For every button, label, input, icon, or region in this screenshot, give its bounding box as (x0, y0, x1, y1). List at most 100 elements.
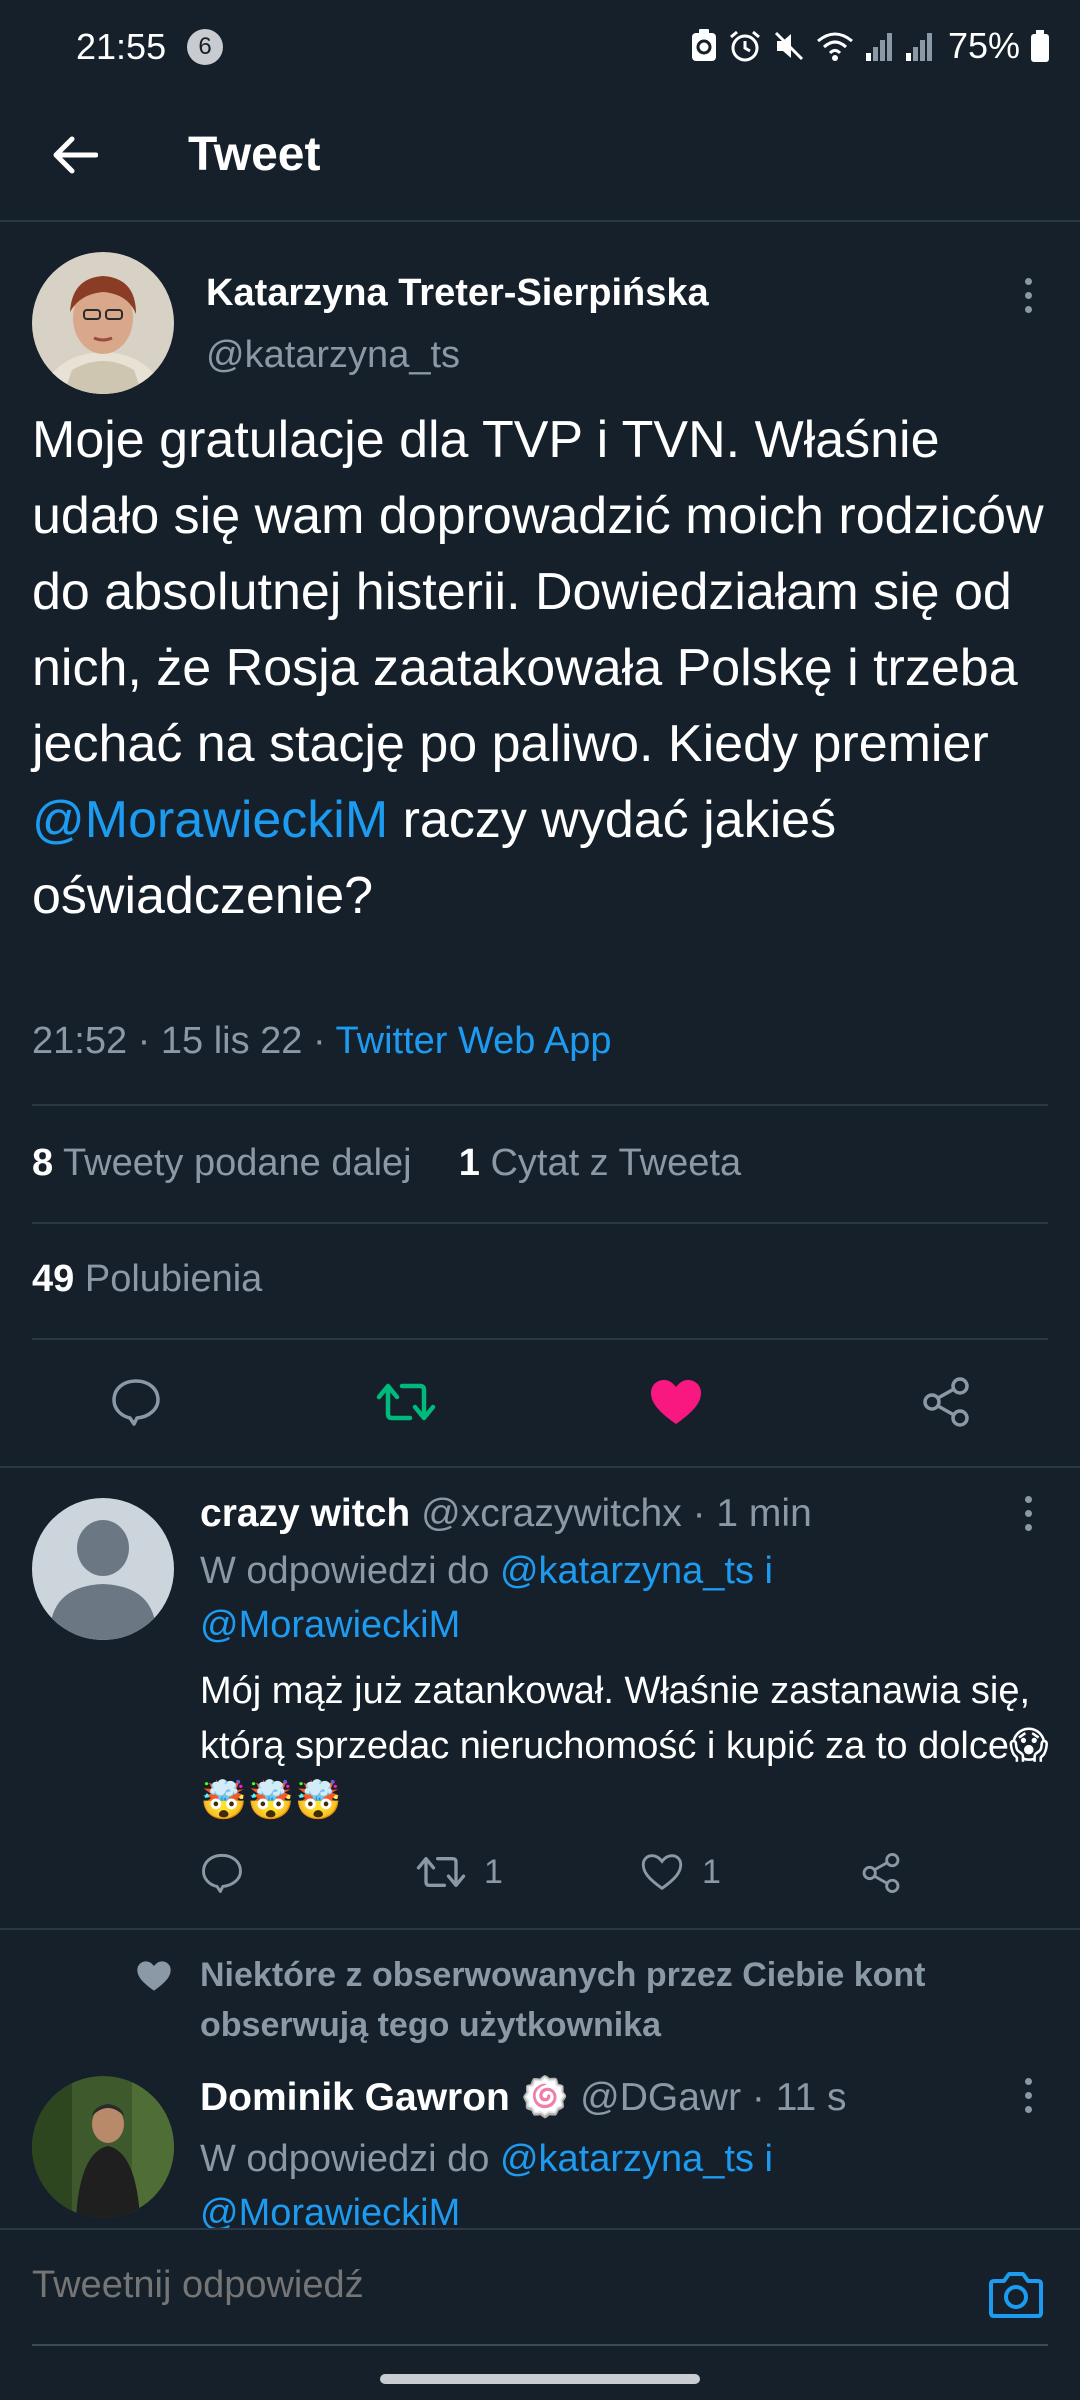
back-button[interactable] (40, 120, 110, 190)
reply-author-name[interactable]: crazy witch (200, 1492, 410, 1535)
tweet-text-part: Moje gratulacje dla TVP i TVN. Właśnie u… (32, 411, 1044, 773)
like-button[interactable] (636, 1362, 716, 1442)
top-app-bar: Tweet (0, 100, 1080, 220)
author-avatar-image (32, 252, 174, 394)
retweet-button[interactable] (366, 1362, 446, 1442)
status-time: 21:55 (76, 26, 167, 67)
replies-divider (0, 1928, 1080, 1930)
notification-count-badge: 6 (187, 29, 223, 65)
speech-bubble-icon (202, 1853, 242, 1893)
reply-author-handle[interactable]: @xcrazywitchx (421, 1492, 682, 1535)
share-icon (923, 1377, 969, 1427)
arrow-left-icon (53, 136, 98, 174)
reply-avatar[interactable] (32, 2076, 174, 2218)
tweet-text: Moje gratulacje dla TVP i TVN. Właśnie u… (32, 402, 1052, 934)
reply-context-mention[interactable]: @katarzyna_ts (500, 1550, 754, 1592)
meta-separator: · (302, 1020, 336, 1062)
reply-context-prefix: W odpowiedzi do (200, 1550, 490, 1592)
camera-icon (989, 2272, 1043, 2318)
reply-context-joiner: i (764, 2138, 773, 2180)
camera-button[interactable] (984, 2262, 1048, 2326)
quotes-stat[interactable]: 1 Cytat z Tweeta (459, 1142, 741, 1184)
reply-retweet-button[interactable]: 1 (416, 1852, 503, 1892)
reply-like-count: 1 (702, 1852, 721, 1891)
header-divider (0, 220, 1080, 222)
author-badge-icon: 🍥 (520, 2076, 570, 2119)
reply-button[interactable] (96, 1362, 176, 1442)
author-avatar[interactable] (32, 252, 174, 394)
tweet-source-link[interactable]: Twitter Web App (336, 1020, 612, 1062)
tweet-mention-link[interactable]: @MorawieckiM (32, 791, 388, 849)
reply-share-button[interactable] (860, 1852, 902, 1894)
reply-time: 11 s (775, 2076, 847, 2119)
reply-more-button[interactable] (1008, 1488, 1048, 1538)
likes-stats-row[interactable]: 49 Polubienia (32, 1258, 262, 1301)
home-indicator[interactable] (380, 2374, 700, 2384)
actions-divider (32, 1338, 1048, 1340)
reply-avatar-default[interactable] (32, 1498, 174, 1640)
replies-divider (0, 1466, 1080, 1468)
status-bar: 21:55 6 75% (0, 0, 1080, 92)
signal-icon-sim2 (905, 33, 932, 61)
more-vertical-icon (1024, 2077, 1032, 2085)
heart-outline-icon (641, 1854, 683, 1891)
reply-more-button[interactable] (1008, 2070, 1048, 2120)
likes-count: 49 (32, 1258, 75, 1300)
meta-separator: · (681, 1492, 717, 1535)
likes-label: Polubienia (84, 1258, 263, 1300)
reply-reply-button[interactable] (200, 1852, 244, 1894)
stats-divider (32, 1222, 1048, 1224)
retweets-count: 8 (32, 1142, 54, 1184)
retweets-label: Tweety podane dalej (63, 1142, 412, 1184)
share-icon (862, 1853, 900, 1893)
reply-context-prefix: W odpowiedzi do (200, 2138, 490, 2180)
page-title: Tweet (188, 128, 321, 181)
reply-time: 1 min (716, 1492, 812, 1535)
share-button[interactable] (906, 1362, 986, 1442)
reply-like-button[interactable]: 1 (640, 1852, 721, 1892)
retweet-icon (416, 1857, 466, 1887)
meta-separator: · (127, 1020, 161, 1062)
battery-level: 75% (947, 25, 1020, 66)
reply-header: crazy witch @xcrazywitchx · 1 min (200, 1492, 812, 1536)
alarm-icon (729, 30, 760, 62)
mute-icon (774, 31, 803, 61)
reply-author-handle[interactable]: @DGawr (580, 2076, 741, 2119)
social-context-label: Niektóre z obserwowanych przez Ciebie ko… (200, 1956, 926, 2044)
reply-retweet-count: 1 (484, 1852, 503, 1891)
signal-icon-sim1 (865, 33, 892, 61)
reply-context: W odpowiedzi do @katarzyna_ts i @Morawie… (200, 1544, 1040, 1652)
retweets-stat[interactable]: 8 Tweety podane dalej (32, 1142, 412, 1184)
wifi-icon (816, 32, 853, 61)
author-handle[interactable]: @katarzyna_ts (206, 334, 460, 377)
status-icons: 75% (690, 24, 1050, 68)
more-vertical-icon (1024, 1495, 1032, 1503)
heart-filled-icon (137, 1961, 171, 1991)
reply-context-mention[interactable]: @katarzyna_ts (500, 2138, 754, 2180)
meta-separator: · (741, 2076, 776, 2119)
tweet-date: 15 lis 22 (160, 1020, 303, 1062)
compose-underline (32, 2344, 1048, 2346)
speech-bubble-icon (112, 1379, 160, 1426)
reply-compose-input[interactable] (32, 2264, 972, 2307)
author-name[interactable]: Katarzyna Treter-Sierpińska (206, 272, 709, 315)
reply-context-mention[interactable]: @MorawieckiM (200, 1604, 460, 1646)
compose-divider (0, 2228, 1080, 2230)
reply-context-joiner: i (764, 1550, 773, 1592)
retweet-stats-row: 8 Tweety podane dalej 1 Cytat z Tweeta (32, 1142, 741, 1185)
tweet-more-button[interactable] (1008, 270, 1048, 320)
more-vertical-icon (1024, 277, 1032, 285)
quotes-label: Cytat z Tweeta (490, 1142, 742, 1184)
battery-icon (1031, 30, 1049, 62)
quotes-count: 1 (458, 1142, 480, 1184)
retweet-icon (376, 1383, 436, 1421)
heart-icon (651, 1380, 701, 1424)
reply-text: Mój mąż już zatankował. Właśnie zastanaw… (200, 1670, 1049, 1822)
tweet-timestamp: 21:52 · 15 lis 22 · Twitter Web App (32, 1020, 612, 1063)
reply-context: W odpowiedzi do @katarzyna_ts i @Morawie… (200, 2132, 1040, 2240)
reply-header: Dominik Gawron 🍥 @DGawr · 11 s (200, 2074, 847, 2120)
reply-author-name[interactable]: Dominik Gawron (200, 2076, 510, 2119)
stats-divider (32, 1104, 1048, 1106)
recycle-notification-icon (691, 29, 716, 61)
default-profile-icon (32, 1498, 174, 1640)
